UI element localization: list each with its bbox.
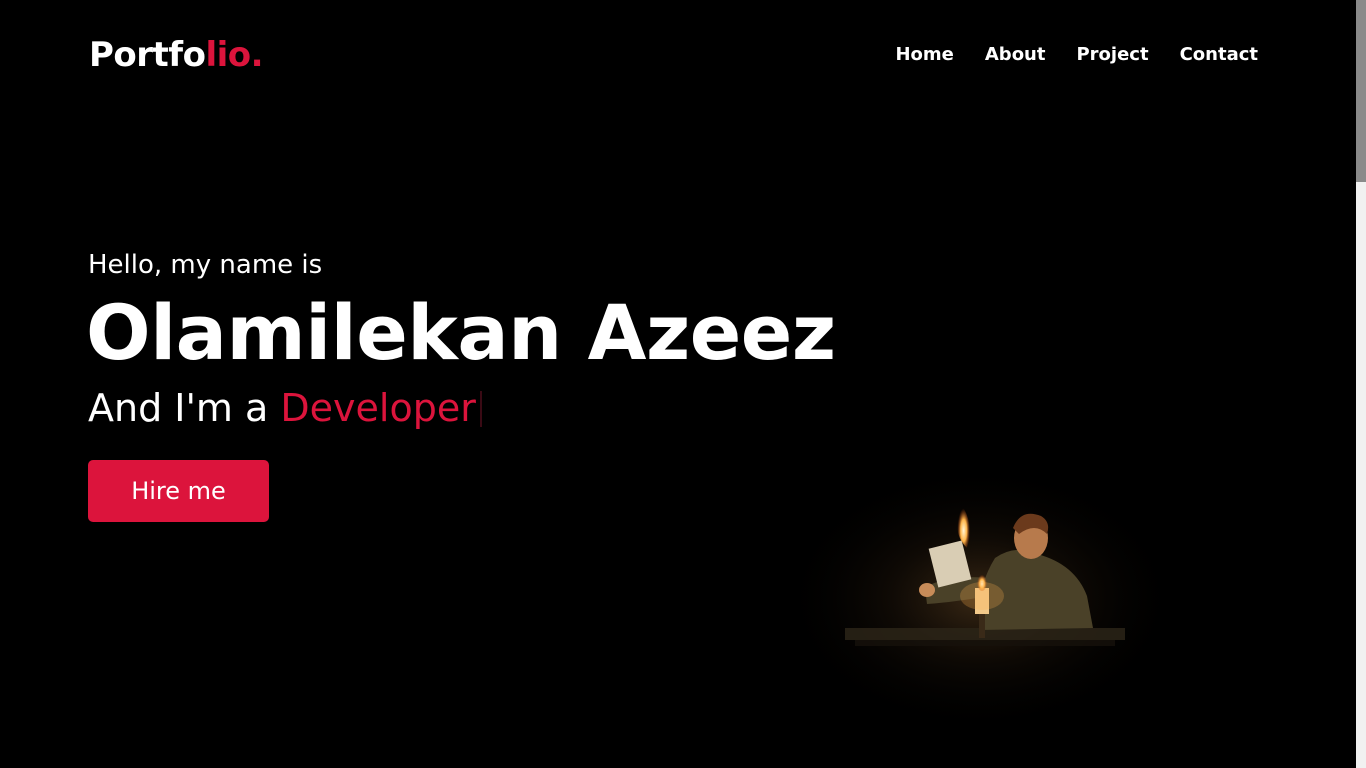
nav-link-project[interactable]: Project (1076, 43, 1148, 67)
hero-role-typed: Developer (280, 386, 476, 430)
hero-name: Olamilekan Azeez (86, 288, 836, 377)
logo[interactable]: Portfolio. (89, 34, 264, 76)
scrollbar[interactable] (1356, 0, 1366, 768)
nav-link-contact[interactable]: Contact (1180, 43, 1258, 67)
nav-menu: Home About Project Contact (895, 43, 1258, 67)
hero-greeting: Hello, my name is (88, 250, 323, 280)
hero-role-line: And I'm a Developer (88, 384, 482, 432)
nav-link-about[interactable]: About (985, 43, 1046, 67)
hero-image-candlelit-man (780, 478, 1180, 733)
nav-link-home[interactable]: Home (895, 43, 953, 67)
typing-cursor (479, 391, 482, 427)
logo-text-accent: lio. (205, 35, 264, 75)
scrollbar-thumb[interactable] (1356, 0, 1366, 182)
hero-role-prefix: And I'm a (88, 386, 281, 430)
page: Portfolio. Home About Project Contact He… (0, 0, 1366, 768)
hire-me-button[interactable]: Hire me (88, 460, 269, 522)
navbar: Portfolio. Home About Project Contact (0, 0, 1356, 110)
logo-text-main: Portfo (89, 35, 206, 75)
